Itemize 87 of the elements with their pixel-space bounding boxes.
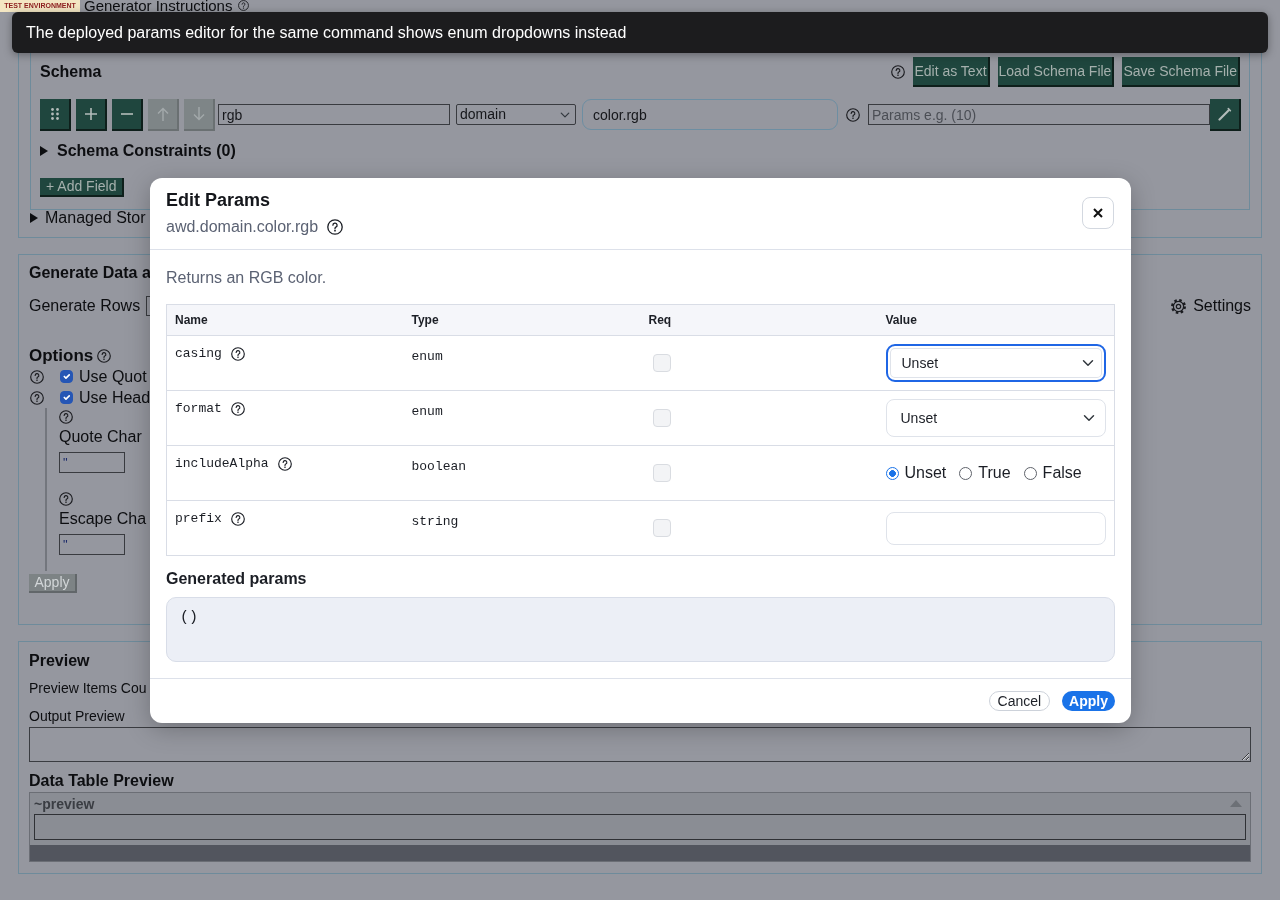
add-button[interactable] <box>76 98 107 131</box>
param-type: string <box>411 514 459 529</box>
checkbox[interactable] <box>60 370 73 383</box>
panel-title: Schema <box>40 63 102 81</box>
minus-icon <box>120 112 133 115</box>
filter-input[interactable] <box>34 814 1246 840</box>
action-button[interactable]: Load Schema File <box>997 57 1115 87</box>
field-label: Generate Rows <box>29 297 141 315</box>
command-input[interactable]: color.rgb <box>582 99 838 130</box>
action-button[interactable]: Edit as Text <box>913 57 990 87</box>
checkbox[interactable] <box>60 391 73 404</box>
help-icon <box>277 457 292 471</box>
generator-select[interactable]: domain <box>456 104 576 125</box>
apply-button[interactable]: Apply <box>1062 691 1115 711</box>
name-input[interactable]: rgb <box>218 104 450 125</box>
text-input[interactable]: " <box>59 534 125 555</box>
help-icon <box>891 65 906 79</box>
radio-button[interactable] <box>959 466 973 480</box>
param-name: prefix <box>175 511 222 527</box>
help-icon <box>238 0 250 11</box>
value-select[interactable]: Unset <box>885 399 1106 437</box>
section-heading: Generate Data a <box>29 264 151 282</box>
column-header[interactable]: ~preview <box>34 794 95 813</box>
cancel-button[interactable]: Cancel <box>988 691 1051 711</box>
section-heading: Generated params <box>166 570 307 588</box>
edit-params-button[interactable] <box>1210 98 1241 131</box>
section-heading: Data Table Preview <box>29 772 174 790</box>
checkbox-label[interactable]: Use Head <box>79 388 151 407</box>
param-name: format <box>175 401 222 417</box>
arrow-down-icon <box>192 106 205 121</box>
column-header: Req <box>648 313 672 327</box>
help-icon <box>30 369 44 384</box>
output-textarea[interactable] <box>29 727 1251 762</box>
help-icon <box>97 349 112 363</box>
help-icon <box>846 107 860 122</box>
radio-button[interactable] <box>1023 466 1037 480</box>
close-button[interactable] <box>1082 197 1114 229</box>
value-input[interactable] <box>885 511 1106 545</box>
pencil-icon <box>1217 106 1232 121</box>
code-output: () <box>166 597 1115 662</box>
sort-icon <box>1230 800 1242 807</box>
column-header: Type <box>411 313 439 327</box>
section-heading: Options <box>29 347 94 365</box>
radio-label[interactable]: Unset <box>904 464 947 482</box>
param-type: enum <box>411 404 443 419</box>
params-input[interactable]: Params e.g. (10) <box>868 104 1210 125</box>
field-label: Quote Char <box>59 428 142 446</box>
help-icon <box>59 492 73 506</box>
settings-icon <box>1170 297 1188 315</box>
dialog-description: Returns an RGB color. <box>166 268 327 288</box>
text-input[interactable]: " <box>59 452 125 473</box>
help-icon <box>327 219 344 235</box>
param-type: boolean <box>411 459 467 474</box>
plus-icon <box>84 107 97 120</box>
checkbox-label[interactable]: Use Quot <box>79 367 147 386</box>
help-icon <box>230 512 245 526</box>
remove-button[interactable] <box>112 98 143 131</box>
help-icon <box>30 390 44 405</box>
param-name: casing <box>175 346 222 362</box>
toast-message: The deployed params editor for the same command shows enum dropdowns instead <box>12 12 1268 53</box>
collapsible-label[interactable]: Managed Stor <box>45 209 146 227</box>
action-button[interactable]: Save Schema File <box>1122 57 1240 87</box>
param-type: enum <box>411 349 443 364</box>
section-title: Generator Instructions <box>84 0 233 12</box>
dialog-title: Edit Params <box>166 189 271 211</box>
drag-button[interactable] <box>40 98 71 131</box>
field-label: Preview Items Cou <box>29 680 147 696</box>
settings-button[interactable]: Settings <box>1170 297 1251 315</box>
close-icon <box>1093 208 1103 218</box>
dialog-subtitle: awd.domain.color.rgb <box>166 217 319 237</box>
drag-handle-icon <box>50 107 59 120</box>
radio-label[interactable]: True <box>978 464 1011 482</box>
section-heading: Preview <box>29 652 90 670</box>
field-label: Escape Cha <box>59 510 147 528</box>
radio-button[interactable] <box>885 466 899 480</box>
add-field-button[interactable]: + Add Field <box>40 178 125 197</box>
radio-label[interactable]: False <box>1042 464 1082 482</box>
help-icon <box>59 410 73 424</box>
value-select[interactable]: Unset <box>885 344 1106 382</box>
help-icon <box>230 402 245 416</box>
field-label: Output Preview <box>29 708 125 724</box>
arrow-up-icon <box>156 106 169 121</box>
param-name: includeAlpha <box>175 456 269 472</box>
collapsible-label[interactable]: Schema Constraints (0) <box>57 142 236 160</box>
help-icon <box>230 347 245 361</box>
column-header: Value <box>885 313 917 327</box>
column-header: Name <box>175 313 208 327</box>
